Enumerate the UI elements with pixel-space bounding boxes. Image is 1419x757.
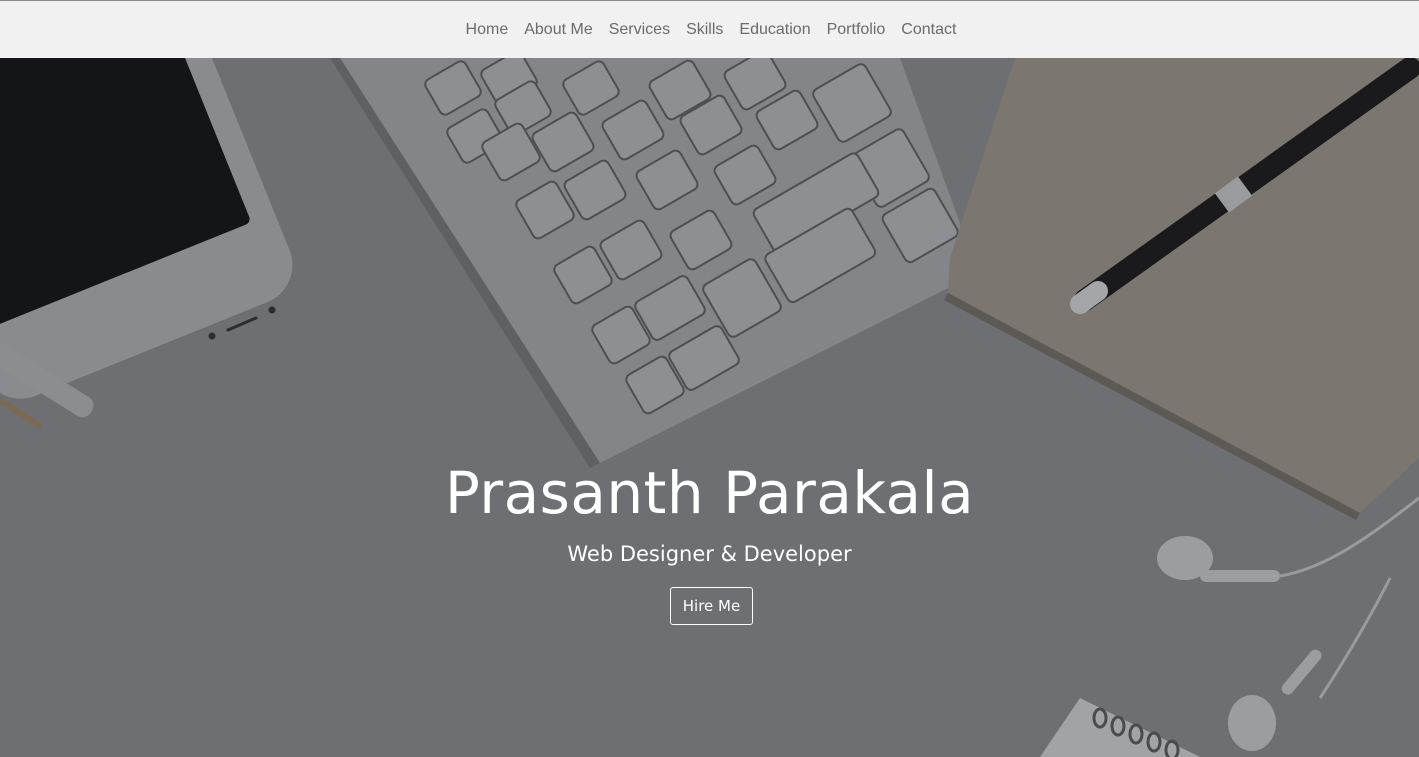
top-border bbox=[0, 0, 1419, 1]
hero-section: Prasanth Parakala Web Designer & Develop… bbox=[0, 58, 1419, 757]
nav-link-education[interactable]: Education bbox=[731, 20, 818, 40]
nav-list: Home About Me Services Skills Education … bbox=[455, 20, 965, 40]
nav-link-skills[interactable]: Skills bbox=[678, 20, 731, 40]
main-navbar: Home About Me Services Skills Education … bbox=[0, 1, 1419, 58]
hero-background-image bbox=[0, 58, 1419, 757]
nav-link-about[interactable]: About Me bbox=[516, 20, 600, 40]
nav-link-home[interactable]: Home bbox=[458, 20, 517, 40]
hero-title: Prasanth Parakala bbox=[444, 459, 975, 527]
nav-link-portfolio[interactable]: Portfolio bbox=[819, 20, 894, 40]
nav-link-services[interactable]: Services bbox=[601, 20, 678, 40]
hero-subtitle: Web Designer & Developer bbox=[567, 542, 852, 566]
hire-me-button[interactable]: Hire Me bbox=[670, 587, 753, 625]
nav-link-contact[interactable]: Contact bbox=[893, 20, 964, 40]
